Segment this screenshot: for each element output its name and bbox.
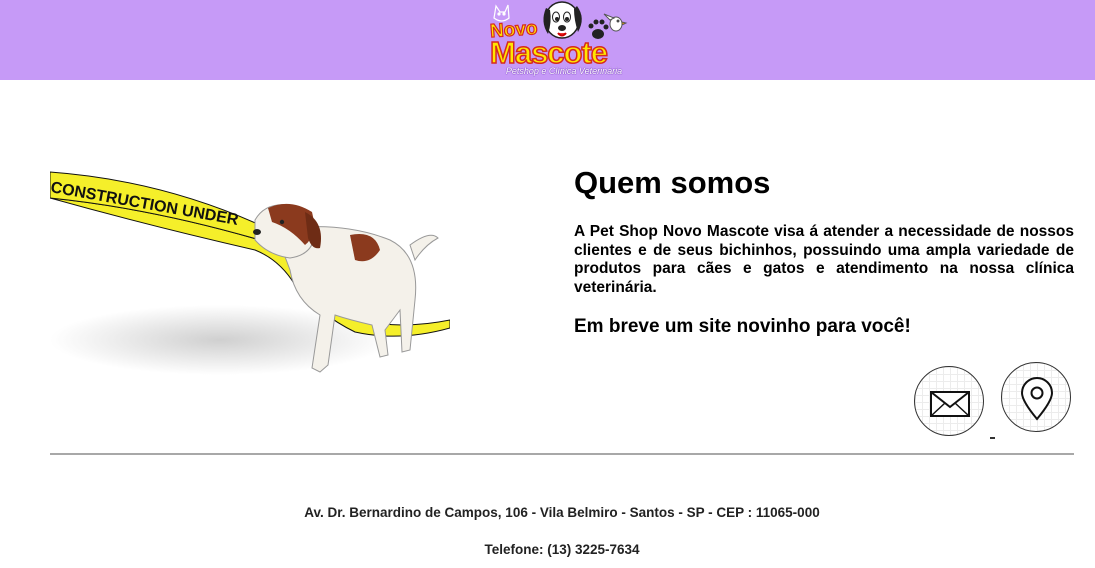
- mail-icon: [930, 391, 970, 417]
- hero-image-dog-construction-tape: CONSTRUCTION UNDER: [49, 150, 451, 400]
- dog-under-construction-illustration: CONSTRUCTION UNDER: [49, 171, 451, 375]
- footer-phone: Telefone: (13) 3225-7634: [484, 542, 640, 557]
- header-bar: Novo Mascote Petshop e Clínica Veterinár…: [0, 0, 1095, 80]
- dog-face-icon: [543, 1, 582, 39]
- location-map-button[interactable]: [1001, 362, 1071, 432]
- about-section: Quem somos A Pet Shop Novo Mascote visa …: [574, 165, 1074, 338]
- map-pin-icon: [1020, 377, 1054, 421]
- about-title: Quem somos: [574, 165, 771, 200]
- small-link-mark[interactable]: [990, 437, 995, 439]
- coming-soon-text: Em breve um site novinho para você!: [574, 316, 911, 337]
- cat-icon: [493, 4, 510, 22]
- about-description: A Pet Shop Novo Mascote visa á atender a…: [574, 223, 1074, 296]
- svg-text:Mascote: Mascote: [490, 35, 608, 70]
- email-contact-button[interactable]: [914, 366, 984, 436]
- footer-divider: [50, 453, 1074, 455]
- footer-address: Av. Dr. Bernardino de Campos, 106 - Vila…: [304, 505, 820, 520]
- novo-mascote-logo[interactable]: Novo Mascote Petshop e Clínica Veterinár…: [488, 0, 638, 80]
- logo-tagline: Petshop e Clínica Veterinária: [505, 66, 623, 76]
